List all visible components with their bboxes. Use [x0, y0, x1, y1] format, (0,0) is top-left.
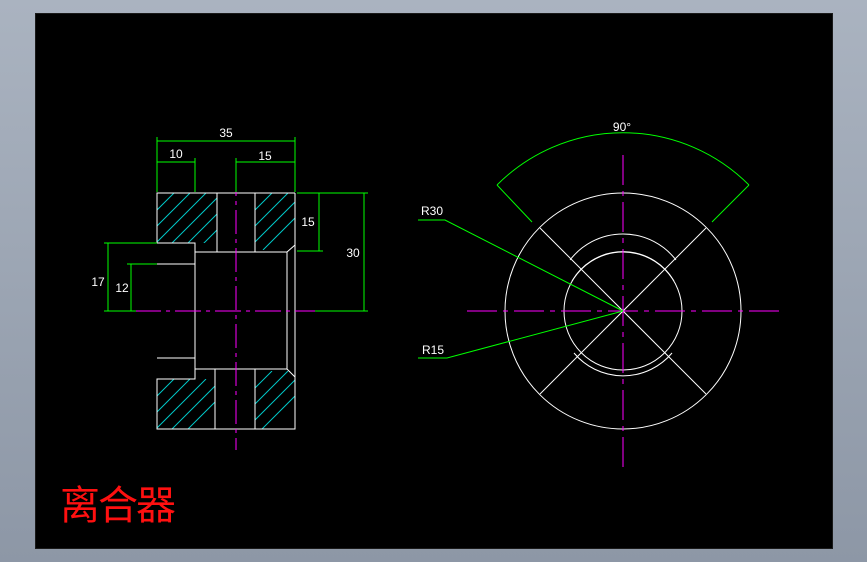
r30-leader — [418, 219, 624, 312]
angle-label: 90° — [613, 120, 631, 134]
inner-radius-label: R15 — [422, 343, 444, 357]
outer-radius-label: R30 — [421, 204, 443, 218]
dim-right-width: 15 — [258, 149, 272, 163]
dim-overall-width: 35 — [219, 126, 233, 140]
end-view-dimension-lines — [418, 132, 750, 359]
dim-total-height: 30 — [346, 246, 360, 260]
dim-left-inner-height: 12 — [115, 281, 129, 295]
section-hatching — [157, 193, 295, 429]
drawing-title: 离合器 — [60, 483, 176, 529]
dim-left-outer-height: 17 — [91, 275, 105, 289]
r15-leader — [418, 310, 624, 359]
section-dimension-texts: 35 10 15 15 30 17 12 — [91, 126, 360, 295]
section-centerlines — [135, 172, 318, 450]
dim-right-height: 15 — [301, 215, 315, 229]
cad-drawing: 35 10 15 15 30 17 12 90° R30 R15 — [91, 120, 779, 469]
dim-left-width: 10 — [169, 147, 183, 161]
